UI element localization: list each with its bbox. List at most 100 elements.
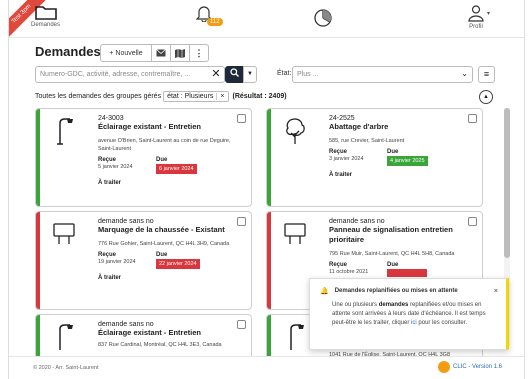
chevron-down-icon: ⌄ — [461, 69, 468, 78]
street-light-icon — [59, 324, 73, 350]
select-checkbox[interactable] — [237, 114, 246, 123]
recue-date: 11 octobre 2021 — [329, 269, 369, 275]
etat-select-value: Plus ... — [297, 71, 319, 78]
kebab-menu-icon: ⋮ — [194, 48, 204, 58]
more-options-button[interactable]: ⋮ — [190, 44, 209, 62]
demande-title: Abattage d'arbre — [329, 122, 389, 131]
nav-statistics[interactable] — [313, 8, 333, 30]
due-date-badge — [387, 269, 427, 277]
page-title: Demandes — [35, 44, 101, 59]
toast-title: Demandes replanifiées ou mises en attent… — [334, 288, 458, 294]
demande-address: 776 Rue Gohier, Saint-Laurent, QC H4L 3H… — [98, 241, 230, 247]
status-strip — [267, 109, 271, 206]
recue-label: Reçue — [329, 262, 348, 268]
status-strip — [36, 109, 40, 206]
due-label: Due — [156, 157, 168, 163]
footer: © 2020 - Arr. Saint-Laurent CLIC - Versi… — [9, 356, 524, 379]
toast-link[interactable]: ici — [411, 320, 417, 326]
demande-card[interactable]: 24-2525 Abattage d'arbre 585, rue Crevie… — [266, 108, 483, 207]
scroll-thumb[interactable] — [504, 108, 510, 258]
chevron-up-icon: ▲ — [483, 94, 489, 100]
recue-date: 19 janvier 2024 — [98, 259, 136, 265]
top-navbar: Test 3pm Demandes 112 ▾ Profil — [9, 0, 524, 44]
map-icon — [175, 48, 185, 58]
email-button[interactable] — [152, 44, 171, 62]
card-body: demande sans no Marquage de la chaussée … — [98, 218, 237, 281]
clear-search-icon[interactable]: ✕ — [207, 66, 225, 83]
search-input[interactable]: Numero-GDC, activité, adresse, contremaî… — [35, 66, 225, 83]
demande-title: Éclairage existant - Entretien — [98, 328, 201, 337]
nav-profil-label: Profil — [469, 24, 483, 30]
demande-status: À traiter — [329, 172, 353, 178]
copyright: © 2020 - Arr. Saint-Laurent — [33, 365, 99, 371]
toast-text: pour les consulter. — [418, 320, 468, 326]
nav-notifications[interactable]: 112 — [195, 4, 223, 26]
select-checkbox[interactable] — [237, 217, 246, 226]
demande-id: demande sans no — [98, 321, 154, 328]
toast-message: Une ou plusieurs demandes replanifiées e… — [320, 301, 498, 328]
status-strip — [36, 212, 40, 309]
demande-title: Éclairage existant - Entretien — [98, 122, 201, 131]
select-checkbox[interactable] — [468, 114, 477, 123]
app-frame: Test 3pm Demandes 112 ▾ Profil Demandes … — [8, 0, 525, 379]
demande-status: À traiter — [98, 180, 122, 186]
demande-dates: Reçue 19 janvier 2024 Due 22 janvier 2024 — [98, 252, 237, 269]
road-marking-icon — [53, 223, 75, 244]
close-icon[interactable]: × — [494, 288, 498, 295]
demande-status: À traiter — [98, 275, 122, 281]
due-date-badge: 4 janvier 2025 — [387, 156, 428, 166]
search-button[interactable] — [225, 66, 243, 83]
demande-dates: Reçue 11 octobre 2021 Due — [329, 262, 468, 279]
etat-select[interactable]: Plus ... ⌄ — [292, 66, 473, 83]
app-version: CLIC - Version 1.6 — [438, 361, 502, 373]
list-icon: ≡ — [483, 69, 490, 79]
demande-id: 24-3003 — [98, 115, 124, 122]
version-text: CLIC - Version 1.6 — [453, 364, 503, 370]
due-date-badge: 22 janvier 2024 — [156, 259, 200, 269]
nav-profil[interactable]: ▾ Profil — [467, 4, 490, 30]
demande-address: 795 Rue Muir, Saint-Laurent, QC H4L 5H8,… — [329, 251, 455, 257]
scroll-top-button[interactable]: ▲ — [479, 90, 493, 104]
folder-icon — [34, 6, 57, 20]
demande-title: Panneau de signalisation entretien prior… — [329, 225, 453, 244]
toast-header: 🔔 Demandes replanifiées ou mises en atte… — [320, 287, 498, 296]
envelope-icon — [156, 49, 166, 57]
demande-id: 24-2525 — [329, 115, 355, 122]
map-view-button[interactable] — [171, 44, 190, 62]
street-light-icon — [57, 118, 73, 145]
pie-chart-icon — [314, 9, 332, 27]
new-demande-button[interactable]: + Nouvelle — [100, 44, 152, 62]
filter-chip-label: état : Plusieurs — [167, 93, 214, 100]
road-sign-icon — [284, 223, 306, 244]
toolbar: + Nouvelle ⋮ — [100, 44, 209, 62]
tree-icon — [286, 118, 305, 144]
filter-chip-etat[interactable]: état : Plusieurs × — [163, 91, 229, 102]
nav-demandes-label: Demandes — [31, 22, 61, 28]
remove-filter-icon[interactable]: × — [216, 93, 225, 100]
demande-dates: Reçue 5 janvier 2024 Due 6 janvier 2024 — [98, 157, 237, 174]
demande-address: 837 Rue Cardinal, Montréal, QC H4L 3E3, … — [98, 342, 222, 348]
bell-icon: 🔔 — [320, 288, 329, 295]
recue-date: 5 janvier 2024 — [98, 164, 133, 170]
select-checkbox[interactable] — [237, 320, 246, 329]
list-view-button[interactable]: ≡ — [478, 66, 495, 83]
nav-demandes[interactable]: Demandes — [31, 4, 60, 28]
due-date-badge: 6 janvier 2024 — [156, 164, 197, 174]
street-light-icon — [290, 324, 304, 350]
notification-toast: 🔔 Demandes replanifiées ou mises en atte… — [309, 278, 509, 350]
due-label: Due — [156, 252, 168, 258]
select-checkbox[interactable] — [468, 217, 477, 226]
app-logo-icon — [438, 361, 450, 373]
demande-id: demande sans no — [329, 218, 385, 225]
etat-label: État: — [277, 70, 292, 77]
user-icon — [468, 5, 484, 22]
demande-dates: Reçue 3 janvier 2024 Due 4 janvier 2025 — [329, 149, 468, 166]
notification-count-badge: 112 — [207, 18, 223, 26]
recue-label: Reçue — [329, 149, 348, 155]
demande-card[interactable]: 24-3003 Éclairage existant - Entretien a… — [35, 108, 252, 207]
card-body: demande sans no Panneau de signalisation… — [329, 218, 468, 279]
search-options-dropdown[interactable]: ▼ — [243, 66, 257, 83]
demande-card[interactable]: demande sans no Marquage de la chaussée … — [35, 211, 252, 310]
demande-address: 585, rue Crevier, Saint-Laurent — [329, 138, 405, 144]
card-body: 24-3003 Éclairage existant - Entretien a… — [98, 115, 237, 186]
